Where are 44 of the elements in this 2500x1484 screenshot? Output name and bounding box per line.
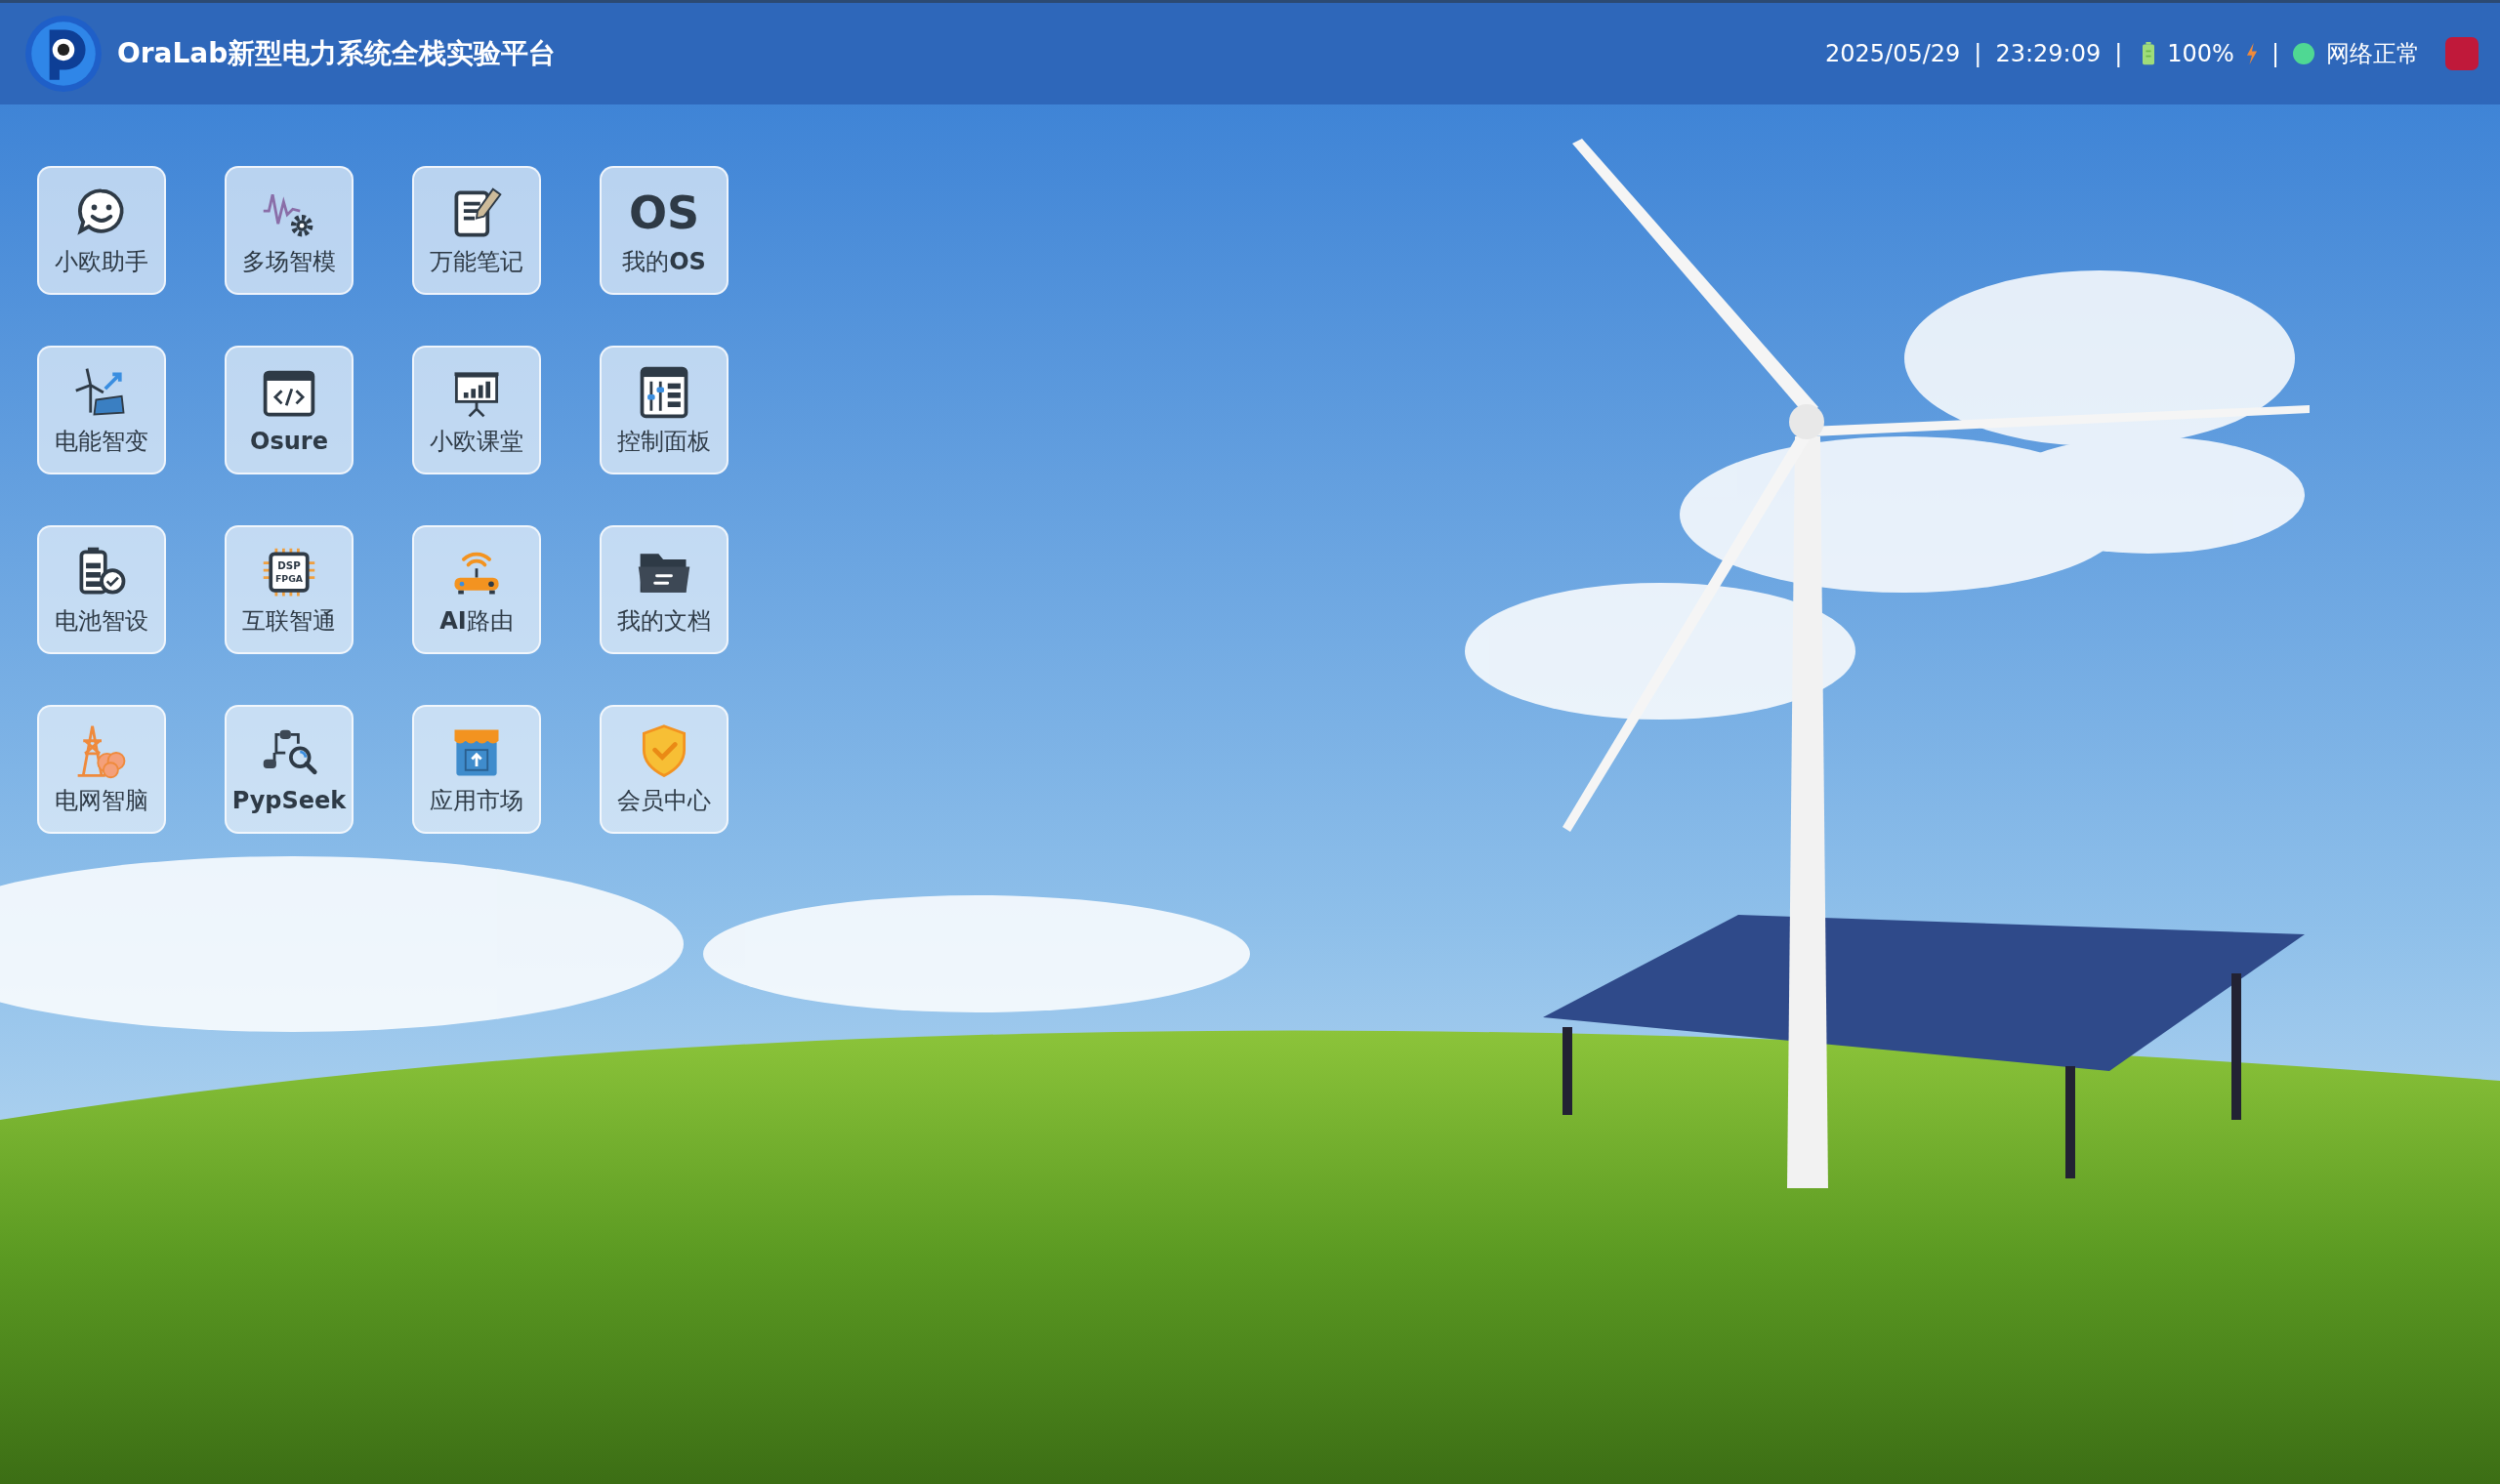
app-shortcut[interactable]: 电池智设 <box>37 525 166 654</box>
app-shortcut[interactable]: 电能智变 <box>37 346 166 474</box>
app-shortcut[interactable]: DSP FPGA 互联智通 <box>225 525 354 654</box>
app-label: 控制面板 <box>617 427 711 457</box>
app-shortcut[interactable]: 多场智模 <box>225 166 354 295</box>
app-label: 电网智脑 <box>55 786 148 816</box>
close-button[interactable] <box>2445 37 2479 70</box>
time-text: 23:29:09 <box>1995 40 2102 67</box>
app-label: AI路由 <box>439 606 514 637</box>
app-label: 应用市场 <box>430 786 523 816</box>
app-label: 我的OS <box>622 247 706 277</box>
app-shortcut[interactable]: 小欧课堂 <box>412 346 541 474</box>
separator-text: | <box>1974 40 1982 67</box>
app-shortcut[interactable]: 万能笔记 <box>412 166 541 295</box>
app-label: 会员中心 <box>617 786 711 816</box>
battery-icon <box>2142 42 2156 65</box>
app-label: 小欧课堂 <box>430 427 523 457</box>
separator-text: | <box>2271 40 2279 67</box>
battery-percent-text: 100% <box>2167 40 2234 67</box>
app-shortcut[interactable]: 控制面板 <box>600 346 729 474</box>
app-label: PypSeek <box>231 787 347 814</box>
date-text: 2025/05/29 <box>1824 40 1961 67</box>
app-shortcut[interactable]: OS 我的OS <box>600 166 729 295</box>
app-label: Osure <box>250 428 328 455</box>
app-shortcut[interactable]: 会员中心 <box>600 705 729 834</box>
app-shortcut[interactable]: PypSeek <box>225 705 354 834</box>
app-shortcut[interactable]: 应用市场 <box>412 705 541 834</box>
app-label: 万能笔记 <box>430 247 523 277</box>
app-label: 电能智变 <box>55 427 148 457</box>
camera-eye-logo-icon <box>23 14 104 94</box>
app-shortcut[interactable]: 我的文档 <box>600 525 729 654</box>
app-title: OraLab新型电力系统全栈实验平台 <box>117 36 557 71</box>
app-label: 我的文档 <box>617 606 711 637</box>
network-status-text: 网络正常 <box>2326 39 2420 69</box>
separator-text: | <box>2114 40 2123 67</box>
app-shortcut[interactable]: 小欧助手 <box>37 166 166 295</box>
app-shortcut[interactable]: Osure <box>225 346 354 474</box>
os-logo: OS <box>628 186 700 241</box>
app-shortcut[interactable]: AI路由 <box>412 525 541 654</box>
app-label: 多场智模 <box>242 247 336 277</box>
app-label: 小欧助手 <box>55 247 148 277</box>
app-label: 互联智通 <box>242 606 336 637</box>
app-shortcut[interactable]: 电网智脑 <box>37 705 166 834</box>
app-label: 电池智设 <box>55 606 148 637</box>
